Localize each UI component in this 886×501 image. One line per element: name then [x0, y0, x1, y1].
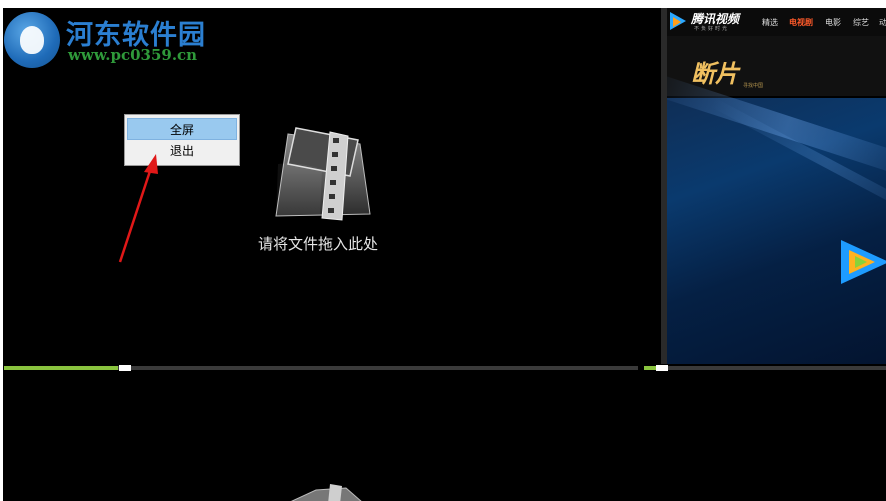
red-arrow-annotation	[118, 154, 158, 263]
watermark-url: www.pc0359.cn	[68, 46, 198, 64]
progress-bar-secondary[interactable]	[644, 365, 886, 371]
tencent-video-logo-icon	[841, 240, 886, 284]
banner-title: 断片	[691, 59, 739, 88]
tab-variety[interactable]: 综艺	[853, 17, 869, 28]
top-edge	[0, 0, 886, 8]
play-logo-inner-icon	[673, 17, 681, 27]
progress-thumb-secondary[interactable]	[656, 365, 668, 371]
tab-anime[interactable]: 动	[879, 17, 886, 28]
left-edge	[0, 0, 3, 501]
progress-bar-main[interactable]	[4, 365, 638, 371]
embedded-site-panel: 腾讯视频 不负好时光 精选 电视剧 电影 综艺 动 断片 寻找中国	[667, 8, 886, 364]
site-slogan: 不负好时光	[694, 26, 730, 32]
watermark-logo: 河东软件园 www.pc0359.cn	[4, 10, 234, 70]
film-reel-icon-secondary	[290, 484, 362, 501]
progress-fill-secondary	[644, 366, 656, 370]
site-nav-bar: 腾讯视频 不负好时光 精选 电视剧 电影 综艺 动	[667, 8, 886, 36]
tab-tv-series[interactable]: 电视剧	[789, 17, 813, 28]
video-player-window: 河东软件园 www.pc0359.cn 请将文件拖入此处 全屏 退出 腾讯视频 …	[0, 0, 886, 501]
tab-movies[interactable]: 电影	[825, 17, 841, 28]
banner-subtitle: 寻找中国	[743, 83, 764, 89]
drop-hint-text: 请将文件拖入此处	[258, 235, 379, 253]
menu-item-fullscreen[interactable]: 全屏	[127, 118, 237, 140]
film-reel-icon	[275, 127, 371, 221]
progress-thumb-main[interactable]	[119, 365, 131, 371]
watermark-circle-icon	[4, 12, 60, 68]
progress-fill-main	[4, 366, 118, 370]
tab-featured[interactable]: 精选	[762, 17, 778, 28]
